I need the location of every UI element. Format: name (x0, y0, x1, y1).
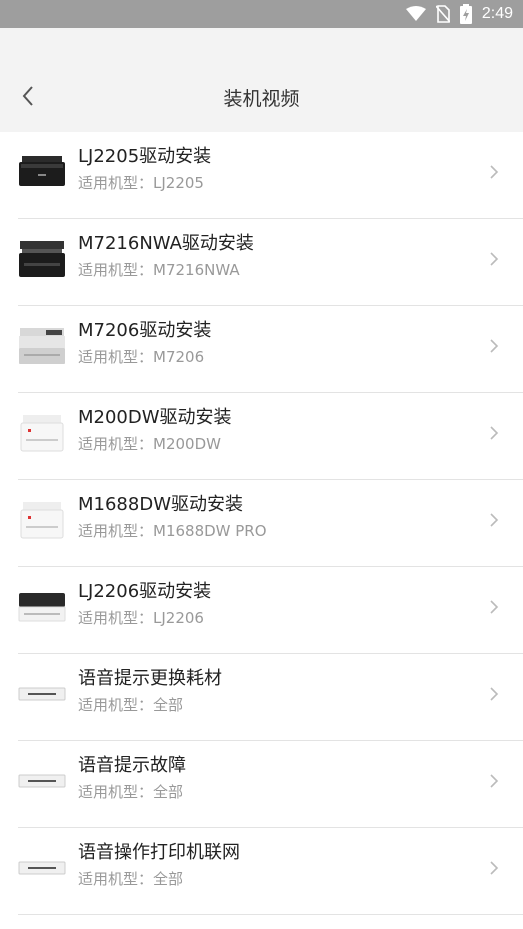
list-item-subtitle: 适用机型：LJ2205 (78, 174, 204, 192)
list-item-title: M7206驱动安装 (78, 320, 212, 341)
printer-flat-icon (18, 848, 66, 888)
top-bar: 装机视频 (0, 28, 523, 132)
list-item-title: 语音提示更换耗材 (78, 668, 222, 689)
printer-flat-icon (18, 761, 66, 801)
printer-white-icon (18, 500, 66, 540)
wifi-icon (405, 6, 426, 22)
video-list: LJ2205驱动安装 适用机型：LJ2205 M7216NWA驱动安装 适用机型… (0, 132, 523, 915)
list-item-title: M1688DW驱动安装 (78, 494, 243, 515)
list-item[interactable]: M1688DW驱动安装 适用机型：M1688DW PRO (0, 480, 523, 567)
printer-flat-icon (18, 674, 66, 714)
printer-mfp-black-icon (18, 239, 66, 279)
list-item-title: LJ2205驱动安装 (78, 146, 212, 167)
page-title: 装机视频 (223, 88, 300, 110)
status-bar: 2:49 (0, 0, 523, 28)
status-time: 2:49 (481, 5, 513, 22)
list-item-subtitle: 适用机型：M7206 (78, 348, 205, 366)
no-sim-icon (435, 5, 450, 23)
list-item[interactable]: M7216NWA驱动安装 适用机型：M7216NWA (0, 219, 523, 306)
list-item-title: M7216NWA驱动安装 (78, 233, 254, 254)
chevron-right-icon (487, 336, 501, 356)
list-item-subtitle: 适用机型：LJ2206 (78, 609, 204, 627)
list-item-subtitle: 适用机型：全部 (78, 696, 184, 714)
chevron-right-icon (487, 249, 501, 269)
list-item-title: LJ2206驱动安装 (78, 581, 212, 602)
list-item[interactable]: LJ2206驱动安装 适用机型：LJ2206 (0, 567, 523, 654)
list-item-title: 语音操作打印机联网 (78, 842, 240, 863)
chevron-right-icon (487, 771, 501, 791)
list-item[interactable]: M7206驱动安装 适用机型：M7206 (0, 306, 523, 393)
list-item[interactable]: 语音操作打印机联网 适用机型：全部 (0, 828, 523, 915)
list-item-title: M200DW驱动安装 (78, 407, 232, 428)
printer-black-white-icon (18, 587, 66, 627)
list-item-subtitle: 适用机型：全部 (78, 870, 184, 888)
chevron-right-icon (487, 597, 501, 617)
printer-black-icon (18, 152, 66, 192)
list-item-subtitle: 适用机型：全部 (78, 783, 184, 801)
printer-white-icon (18, 413, 66, 453)
list-item-title: 语音提示故障 (78, 755, 186, 776)
list-item-subtitle: 适用机型：M7216NWA (78, 261, 240, 279)
list-item[interactable]: LJ2205驱动安装 适用机型：LJ2205 (0, 132, 523, 219)
battery-charging-icon (459, 4, 472, 24)
list-item-subtitle: 适用机型：M200DW (78, 435, 221, 453)
chevron-right-icon (487, 423, 501, 443)
list-item-subtitle: 适用机型：M1688DW PRO (78, 522, 267, 540)
printer-mfp-gray-icon (18, 326, 66, 366)
list-item[interactable]: 语音提示更换耗材 适用机型：全部 (0, 654, 523, 741)
list-item[interactable]: 语音提示故障 适用机型：全部 (0, 741, 523, 828)
chevron-right-icon (487, 510, 501, 530)
list-item[interactable]: M200DW驱动安装 适用机型：M200DW (0, 393, 523, 480)
chevron-right-icon (487, 684, 501, 704)
chevron-right-icon (487, 858, 501, 878)
chevron-right-icon (487, 162, 501, 182)
